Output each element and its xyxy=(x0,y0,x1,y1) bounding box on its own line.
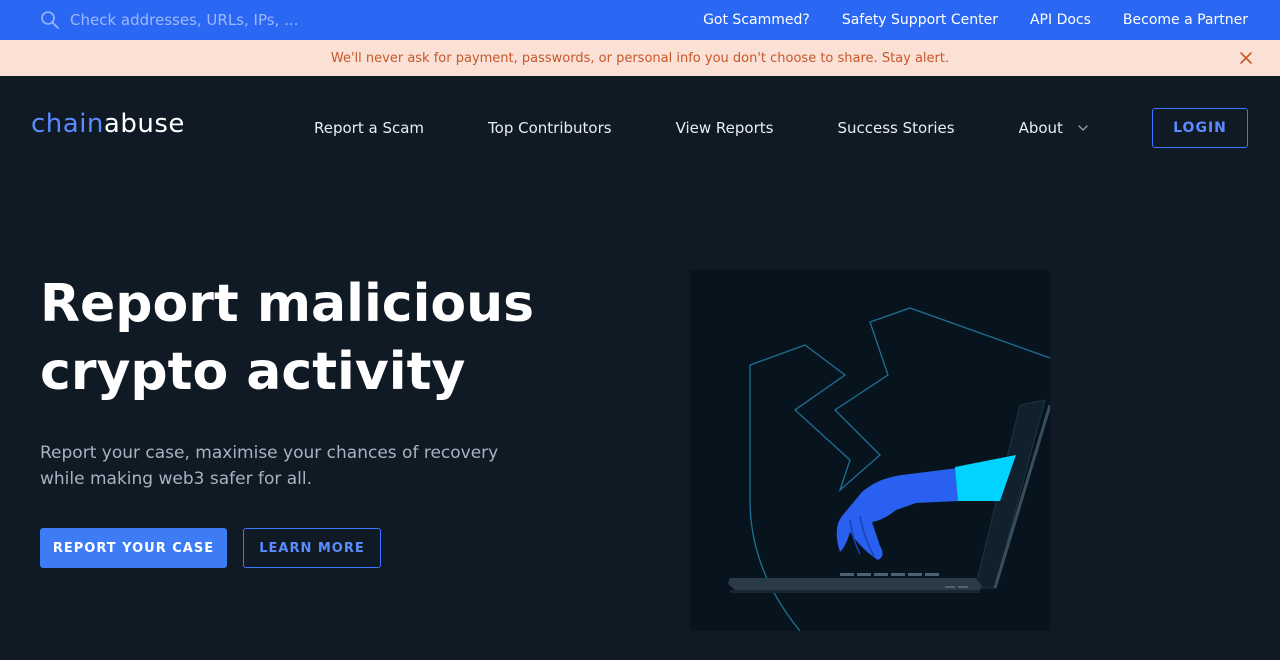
nav-success-stories[interactable]: Success Stories xyxy=(837,119,954,137)
hero-illustration xyxy=(690,270,1052,632)
hero-title: Report malicious crypto activity xyxy=(40,274,535,402)
main-nav: chainabuse Report a Scam Top Contributor… xyxy=(0,76,1280,180)
hero-subtitle: Report your case, maximise your chances … xyxy=(40,443,499,489)
chainabuse-logo[interactable]: chainabuse xyxy=(31,109,185,139)
top-bar: Got Scammed? Safety Support Center API D… xyxy=(0,0,1280,40)
close-icon[interactable] xyxy=(1238,50,1254,66)
security-alert-banner: We'll never ask for payment, passwords, … xyxy=(0,40,1280,76)
report-your-case-button[interactable]: REPORT YOUR CASE xyxy=(40,528,227,568)
search-input[interactable] xyxy=(70,6,490,34)
laptop-hand-illustration xyxy=(728,307,1052,632)
chevron-down-icon[interactable] xyxy=(1077,122,1089,134)
nav-top-contributors[interactable]: Top Contributors xyxy=(488,119,612,137)
nav-links: Report a Scam Top Contributors View Repo… xyxy=(314,116,1089,140)
safety-support-center-link[interactable]: Safety Support Center xyxy=(842,12,998,28)
learn-more-button[interactable]: LEARN MORE xyxy=(243,528,381,568)
api-docs-link[interactable]: API Docs xyxy=(1030,12,1091,28)
utility-links: Got Scammed? Safety Support Center API D… xyxy=(671,0,1248,40)
nav-about[interactable]: About xyxy=(1019,119,1063,137)
login-button[interactable]: LOGIN xyxy=(1152,108,1248,148)
search-icon xyxy=(41,11,59,29)
nav-view-reports[interactable]: View Reports xyxy=(676,119,774,137)
become-a-partner-link[interactable]: Become a Partner xyxy=(1123,12,1248,28)
nav-report-a-scam[interactable]: Report a Scam xyxy=(314,119,424,137)
got-scammed-link[interactable]: Got Scammed? xyxy=(703,12,810,28)
alert-message: We'll never ask for payment, passwords, … xyxy=(330,50,950,66)
search-bar xyxy=(40,0,490,40)
